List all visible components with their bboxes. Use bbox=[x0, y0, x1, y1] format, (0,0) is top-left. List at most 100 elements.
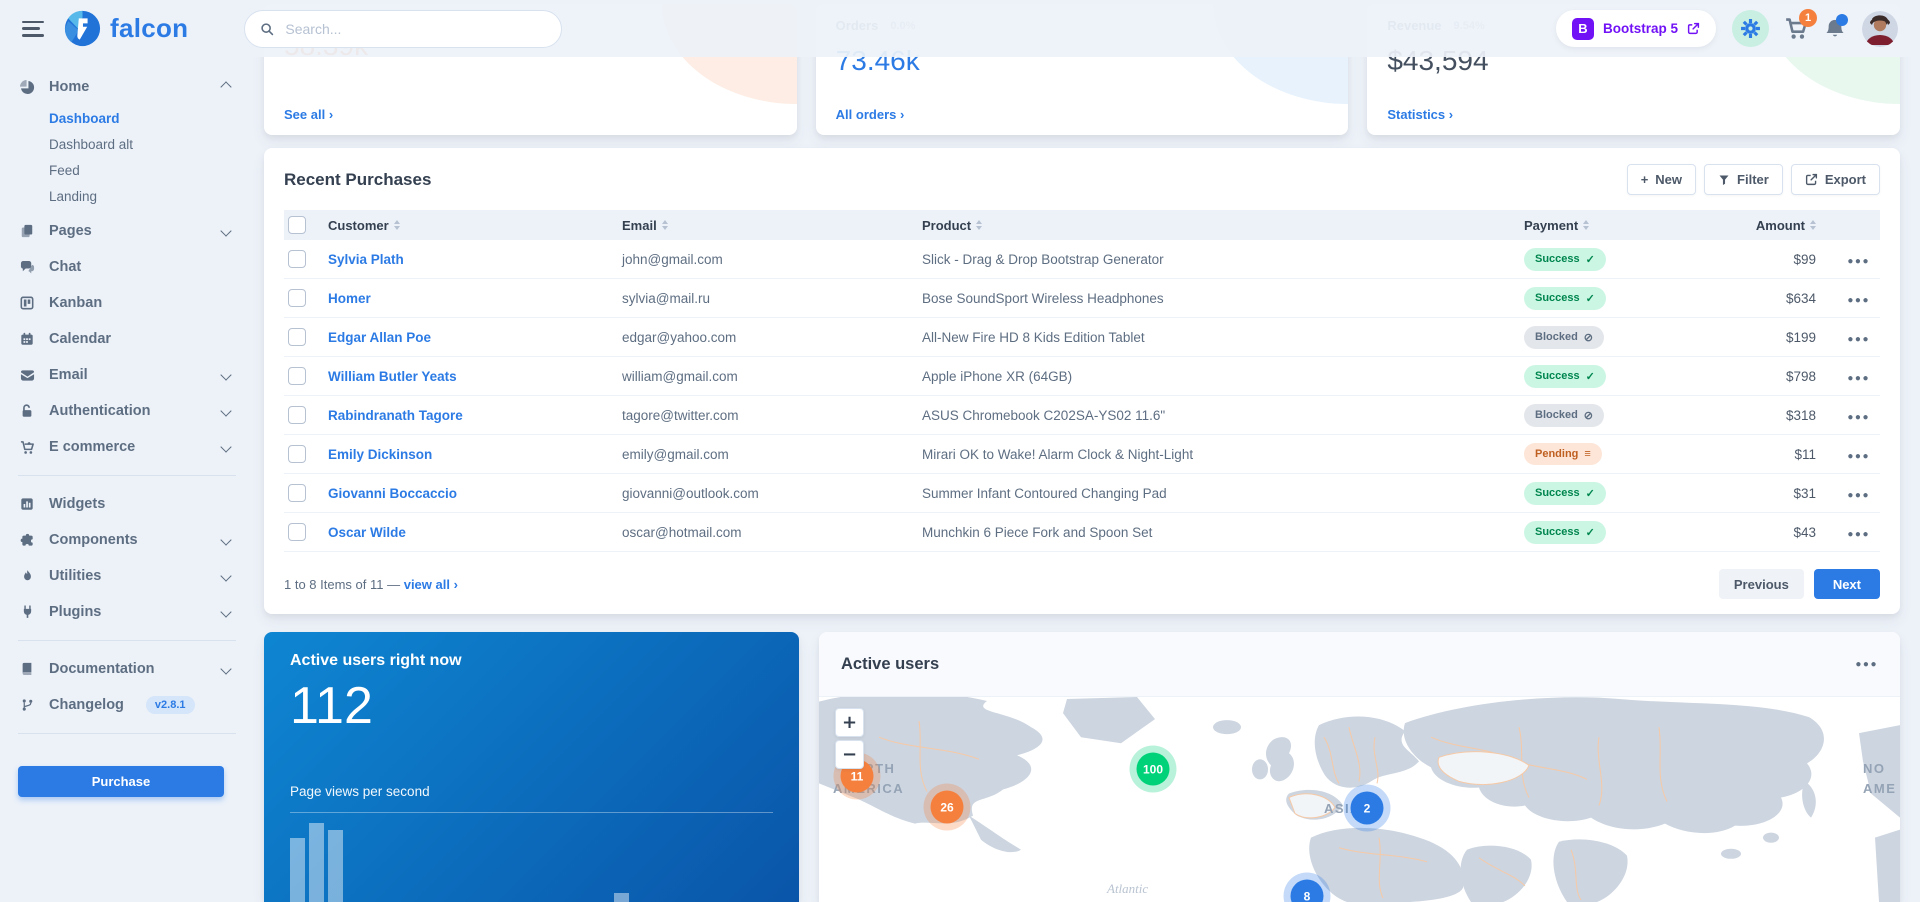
customer-link[interactable]: William Butler Yeats bbox=[328, 369, 457, 384]
bar-chart-icon bbox=[18, 497, 36, 511]
table-row: Giovanni Boccaccio giovanni@outlook.com … bbox=[284, 474, 1880, 513]
falcon-logo[interactable]: falcon bbox=[64, 10, 188, 47]
sidebar-item-feed[interactable]: Feed bbox=[49, 157, 236, 183]
active-now-title: Active users right now bbox=[290, 652, 773, 670]
sidebar-item-calendar[interactable]: Calendar bbox=[18, 321, 236, 357]
notifications-button[interactable] bbox=[1824, 18, 1846, 40]
email-cell: giovanni@outlook.com bbox=[618, 474, 918, 513]
cart-button[interactable]: 1 bbox=[1785, 17, 1808, 40]
lock-icon bbox=[18, 404, 36, 418]
recent-purchases-card: Recent Purchases + New Filter Export bbox=[264, 148, 1900, 614]
pie-chart-icon bbox=[18, 80, 36, 95]
amount-cell: $798 bbox=[1710, 357, 1820, 396]
row-checkbox[interactable] bbox=[288, 484, 306, 502]
row-checkbox[interactable] bbox=[288, 250, 306, 268]
external-link-icon bbox=[1687, 22, 1700, 35]
map-marker: 100 bbox=[1137, 753, 1170, 786]
select-all-checkbox[interactable] bbox=[288, 216, 306, 234]
row-actions-menu[interactable]: ●●● bbox=[1847, 529, 1870, 540]
export-button[interactable]: Export bbox=[1791, 164, 1880, 195]
customer-link[interactable]: Sylvia Plath bbox=[328, 252, 404, 267]
row-checkbox[interactable] bbox=[288, 328, 306, 346]
all-orders-link[interactable]: All orders › bbox=[836, 107, 905, 122]
sidebar-item-home[interactable]: Home bbox=[18, 69, 236, 105]
envelope-icon bbox=[18, 368, 36, 383]
row-checkbox[interactable] bbox=[288, 523, 306, 541]
column-header-customer[interactable]: Customer bbox=[324, 210, 618, 240]
sidebar-item-changelog[interactable]: Changelog v2.8.1 bbox=[18, 687, 236, 723]
previous-button[interactable]: Previous bbox=[1719, 569, 1804, 599]
sidebar-item-documentation[interactable]: Documentation bbox=[18, 651, 236, 687]
search-input[interactable] bbox=[283, 20, 546, 38]
new-button[interactable]: + New bbox=[1627, 164, 1696, 195]
amount-cell: $43 bbox=[1710, 513, 1820, 552]
column-header-amount[interactable]: Amount bbox=[1710, 210, 1820, 240]
calendar-icon bbox=[18, 332, 36, 346]
sidebar-item-dashboard[interactable]: Dashboard bbox=[49, 105, 236, 131]
avatar-image bbox=[1862, 11, 1898, 47]
table-row: Emily Dickinson emily@gmail.com Mirari O… bbox=[284, 435, 1880, 474]
user-avatar[interactable] bbox=[1862, 11, 1898, 47]
row-checkbox[interactable] bbox=[288, 445, 306, 463]
row-actions-menu[interactable]: ●●● bbox=[1847, 490, 1870, 501]
filter-button[interactable]: Filter bbox=[1704, 164, 1783, 195]
table-row: Oscar Wilde oscar@hotmail.com Munchkin 6… bbox=[284, 513, 1880, 552]
sidebar-item-ecommerce[interactable]: E commerce bbox=[18, 429, 236, 465]
row-checkbox[interactable] bbox=[288, 289, 306, 307]
see-all-link[interactable]: See all › bbox=[284, 107, 333, 122]
row-checkbox[interactable] bbox=[288, 367, 306, 385]
pagination-summary: 1 to 8 Items of 11 — view all › bbox=[284, 577, 458, 592]
column-header-email[interactable]: Email bbox=[618, 210, 918, 240]
chat-icon bbox=[18, 260, 36, 275]
search-box[interactable] bbox=[244, 10, 562, 48]
row-checkbox[interactable] bbox=[288, 406, 306, 424]
map-zoom-out-button[interactable]: − bbox=[835, 740, 864, 769]
map-label-atlantic: Atlantic bbox=[1107, 881, 1148, 897]
world-map[interactable]: + − NORTHAMERICA ASIA NOAME Atlantic 11 … bbox=[819, 697, 1900, 902]
next-button[interactable]: Next bbox=[1814, 569, 1880, 599]
sidebar-item-utilities[interactable]: Utilities bbox=[18, 558, 236, 594]
view-all-link[interactable]: view all › bbox=[404, 577, 458, 592]
sidebar-item-email[interactable]: Email bbox=[18, 357, 236, 393]
bootstrap-badge[interactable]: B Bootstrap 5 bbox=[1556, 10, 1716, 47]
customer-link[interactable]: Homer bbox=[328, 291, 371, 306]
divider bbox=[18, 475, 236, 476]
map-zoom-in-button[interactable]: + bbox=[835, 708, 864, 737]
customer-link[interactable]: Oscar Wilde bbox=[328, 525, 406, 540]
sidebar-item-chat[interactable]: Chat bbox=[18, 249, 236, 285]
sidebar-item-dashboard-alt[interactable]: Dashboard alt bbox=[49, 131, 236, 157]
row-actions-menu[interactable]: ●●● bbox=[1847, 412, 1870, 423]
customer-link[interactable]: Giovanni Boccaccio bbox=[328, 486, 457, 501]
check-icon: ✓ bbox=[1586, 487, 1595, 500]
customer-link[interactable]: Edgar Allan Poe bbox=[328, 330, 431, 345]
column-header-product[interactable]: Product bbox=[918, 210, 1520, 240]
sidebar-item-authentication[interactable]: Authentication bbox=[18, 393, 236, 429]
sidebar-item-widgets[interactable]: Widgets bbox=[18, 486, 236, 522]
bar bbox=[614, 893, 629, 902]
recent-purchases-table: Customer Email Product Payment Amount Sy… bbox=[284, 210, 1880, 552]
sidebar-item-landing[interactable]: Landing bbox=[49, 183, 236, 209]
row-actions-menu[interactable]: ●●● bbox=[1847, 256, 1870, 267]
amount-cell: $31 bbox=[1710, 474, 1820, 513]
row-actions-menu[interactable]: ●●● bbox=[1847, 451, 1870, 462]
sidebar-item-kanban[interactable]: Kanban bbox=[18, 285, 236, 321]
page-views-bar-chart bbox=[290, 814, 773, 902]
statistics-link[interactable]: Statistics › bbox=[1387, 107, 1453, 122]
sidebar-item-plugins[interactable]: Plugins bbox=[18, 594, 236, 630]
card-menu-button[interactable]: ●●● bbox=[1855, 659, 1878, 670]
email-cell: william@gmail.com bbox=[618, 357, 918, 396]
sidebar-item-pages[interactable]: Pages bbox=[18, 213, 236, 249]
hamburger-menu-button[interactable] bbox=[22, 21, 44, 37]
settings-button[interactable] bbox=[1732, 10, 1769, 47]
customer-link[interactable]: Emily Dickinson bbox=[328, 447, 432, 462]
chevron-down-icon bbox=[220, 225, 231, 236]
row-actions-menu[interactable]: ●●● bbox=[1847, 373, 1870, 384]
chevron-down-icon bbox=[220, 441, 231, 452]
sidebar-home-submenu: Dashboard Dashboard alt Feed Landing bbox=[18, 105, 236, 209]
column-header-payment[interactable]: Payment bbox=[1520, 210, 1710, 240]
purchase-button[interactable]: Purchase bbox=[18, 766, 224, 797]
customer-link[interactable]: Rabindranath Tagore bbox=[328, 408, 463, 423]
row-actions-menu[interactable]: ●●● bbox=[1847, 334, 1870, 345]
row-actions-menu[interactable]: ●●● bbox=[1847, 295, 1870, 306]
sidebar-item-components[interactable]: Components bbox=[18, 522, 236, 558]
